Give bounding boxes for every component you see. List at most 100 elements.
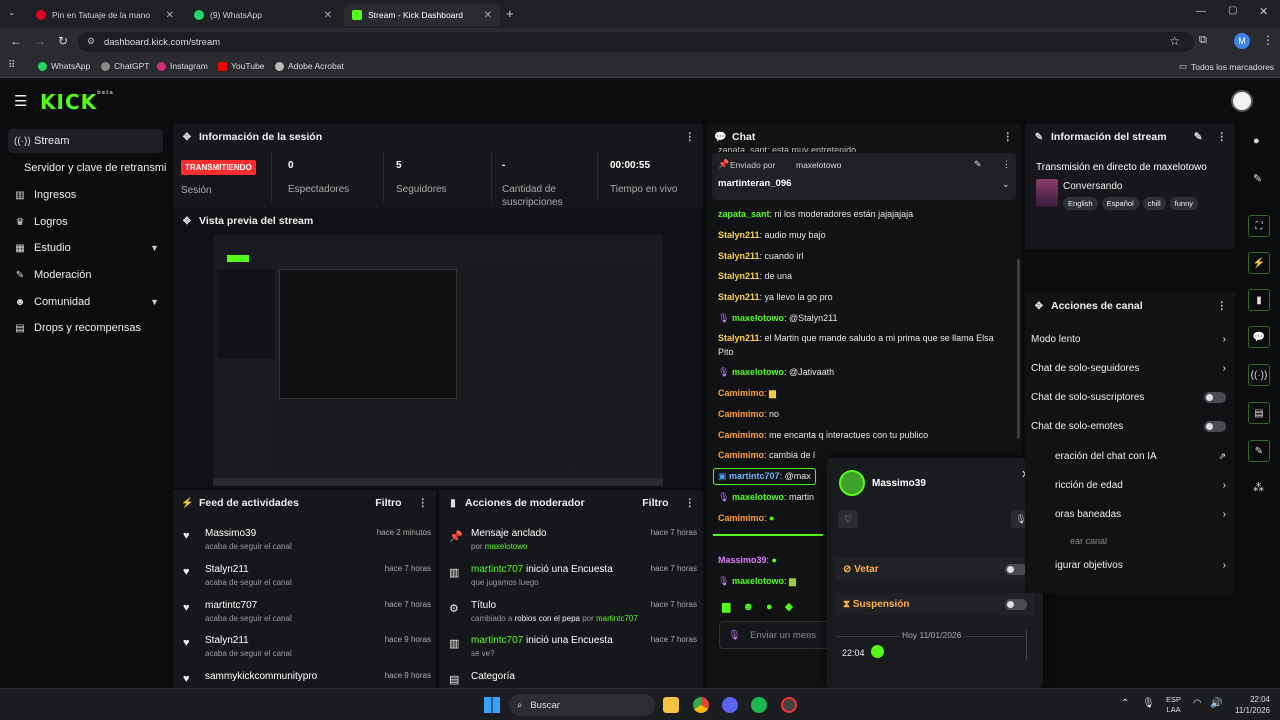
tag[interactable]: English	[1063, 197, 1098, 210]
pinned-message[interactable]: 📌 Enviado por maxelotowo ✎ ⋮ martinteran…	[712, 153, 1016, 200]
more-icon[interactable]: ⋮	[685, 131, 696, 143]
info-icon[interactable]: ●	[1253, 135, 1260, 147]
more-icon[interactable]: ⋮	[1003, 131, 1014, 143]
tab-search-icon[interactable]: ⌄	[8, 7, 22, 21]
volume-icon[interactable]: 🔊	[1210, 698, 1222, 709]
timeout-toggle[interactable]	[1005, 598, 1027, 610]
rail-button-6[interactable]: ▤	[1248, 402, 1270, 424]
more-icon[interactable]: ⋮	[1002, 159, 1011, 170]
slow-mode-row[interactable]: Modo lento ›	[1031, 334, 1226, 345]
feed-name[interactable]: Stalyn211	[205, 635, 249, 646]
chat-user[interactable]: Stalyn211	[718, 271, 760, 281]
ban-toggle[interactable]	[1005, 563, 1027, 575]
more-icon[interactable]: ⋮	[418, 497, 429, 509]
mic-icon[interactable]: 🎙	[1142, 698, 1155, 709]
more-icon[interactable]: ⋮	[1217, 131, 1228, 143]
chat-scrollbar[interactable]	[1017, 259, 1020, 439]
new-tab-icon[interactable]: +	[506, 6, 514, 21]
close-icon[interactable]: ✕	[324, 10, 332, 21]
feed-name[interactable]: Massimo39	[205, 528, 256, 539]
banned-words-row[interactable]: oras baneadas ›	[1055, 509, 1226, 520]
close-window-icon[interactable]: ✕	[1259, 5, 1268, 18]
bookmark-chatgpt[interactable]: ChatGPT	[101, 61, 149, 71]
people-icon[interactable]: ⁂	[1253, 481, 1264, 494]
move-icon[interactable]: ✥	[181, 132, 193, 143]
extensions-icon[interactable]: ⧉	[1199, 34, 1207, 47]
mod-user[interactable]: martintc707	[471, 564, 523, 575]
maximize-icon[interactable]: ▢	[1228, 5, 1237, 16]
apps-icon[interactable]: ⠿	[8, 60, 15, 71]
goals-row[interactable]: igurar objetivos ›	[1055, 560, 1226, 571]
rail-button-5[interactable]: ((·))	[1248, 364, 1270, 386]
tag[interactable]: Español	[1101, 197, 1139, 210]
sidebar-item-moderacion[interactable]: ✎ Moderación	[8, 263, 163, 287]
pin-action-icon[interactable]: ✎	[974, 159, 982, 170]
clock[interactable]: 22:04 11/1/2026	[1226, 694, 1270, 716]
tab-kick-dashboard[interactable]: Stream - Kick Dashboard ✕	[344, 4, 500, 26]
tag[interactable]: funny	[1169, 197, 1198, 210]
chat-user[interactable]: Stalyn211	[718, 333, 760, 343]
sidebar-item-comunidad[interactable]: ☻ Comunidad ▼	[8, 290, 163, 314]
chat-user[interactable]: Massimo39	[718, 555, 767, 565]
bookmark-instagram[interactable]: Instagram	[157, 61, 208, 71]
subs-only-toggle[interactable]	[1204, 392, 1226, 403]
close-icon[interactable]: ✕	[166, 10, 174, 21]
profile-avatar[interactable]: M	[1234, 33, 1250, 49]
chat-user[interactable]: Camimimo	[718, 430, 764, 440]
chat-user[interactable]: maxelotowo	[732, 367, 784, 377]
tray-chevron-icon[interactable]: ⌃	[1121, 698, 1129, 709]
chat-user[interactable]: Stalyn211	[718, 292, 760, 302]
emotes-only-toggle[interactable]	[1204, 421, 1226, 432]
bookmark-youtube[interactable]: YouTube	[218, 61, 264, 71]
feed-name[interactable]: martintc707	[205, 600, 257, 611]
stream-preview-video[interactable]	[213, 235, 663, 486]
tag[interactable]: chill	[1142, 197, 1166, 210]
url-field[interactable]: ⚙ dashboard.kick.com/stream ☆	[78, 32, 1194, 52]
chat-user[interactable]: Camimimo	[718, 450, 764, 460]
move-icon[interactable]: ✥	[181, 216, 193, 227]
age-restriction-row[interactable]: ricción de edad ›	[1055, 480, 1226, 491]
clear-channel-row[interactable]: ear canal	[1070, 536, 1226, 546]
chat-user[interactable]: Camimimo	[718, 513, 764, 523]
feed-name[interactable]: sammykickcommunitypro	[205, 671, 317, 682]
popup-username[interactable]: Massimo39	[872, 478, 926, 489]
mod-user[interactable]: martintc707	[471, 635, 523, 646]
all-bookmarks[interactable]: ▭ Todos los marcadores	[1179, 61, 1274, 72]
windows-start-icon[interactable]	[484, 697, 500, 713]
file-explorer-icon[interactable]	[663, 697, 679, 713]
chat-user[interactable]: maxelotowo	[732, 576, 784, 586]
more-icon[interactable]: ⋮	[1217, 300, 1228, 312]
chat-user[interactable]: zapata_sant	[718, 209, 770, 219]
rail-button-1[interactable]: ⛶	[1248, 215, 1270, 237]
feed-name[interactable]: Stalyn211	[205, 564, 249, 575]
sidebar-item-estudio[interactable]: ▦ Estudio ▼	[8, 236, 163, 260]
sidebar-item-logros[interactable]: ♛ Logros	[8, 210, 163, 234]
language-indicator[interactable]: ESP LAA	[1166, 695, 1181, 715]
taskbar-search[interactable]: ⌕ Buscar	[509, 694, 655, 716]
sidebar-item-ingresos[interactable]: ▥ Ingresos	[8, 183, 163, 207]
chat-user[interactable]: Camimimo	[718, 409, 764, 419]
forward-icon[interactable]: →	[34, 34, 46, 48]
chat-user[interactable]: maxelotowo	[732, 492, 784, 502]
wifi-icon[interactable]: ◠	[1193, 698, 1202, 709]
follow-heart-button[interactable]: ♡	[838, 510, 858, 528]
kick-logo[interactable]: KICKbeta	[40, 90, 114, 114]
bookmark-adobe[interactable]: Adobe Acrobat	[275, 61, 344, 71]
chrome-icon[interactable]	[693, 697, 709, 713]
chat-user[interactable]: Stalyn211	[718, 251, 760, 261]
chat-user[interactable]: Stalyn211	[718, 230, 760, 240]
category-name[interactable]: Conversando	[1063, 181, 1122, 192]
rail-button-7[interactable]: ✎	[1248, 440, 1270, 462]
pencil-icon[interactable]: ✎	[1253, 172, 1262, 185]
more-icon[interactable]: ⋮	[685, 497, 696, 509]
star-icon[interactable]: ☆	[1169, 34, 1180, 48]
rail-button-3[interactable]: ▮	[1248, 289, 1270, 311]
chat-user[interactable]: martintc707	[729, 471, 780, 481]
edit-icon[interactable]: ✎	[1194, 131, 1203, 143]
rail-button-2[interactable]: ⚡	[1248, 252, 1270, 274]
reload-icon[interactable]: ↻	[58, 34, 68, 48]
chat-user[interactable]: Camimimo	[718, 388, 764, 398]
move-icon[interactable]: ✥	[1033, 301, 1045, 312]
spotify-icon[interactable]	[751, 697, 767, 713]
tab-whatsapp[interactable]: (9) WhatsApp ✕	[186, 4, 340, 26]
